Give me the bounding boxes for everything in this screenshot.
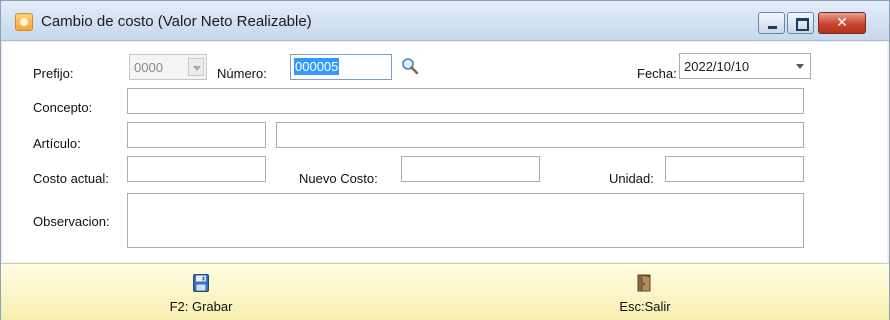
costo-actual-input[interactable] bbox=[127, 156, 266, 182]
fecha-value: 2022/10/10 bbox=[684, 59, 750, 74]
close-button[interactable]: ✕ bbox=[818, 12, 866, 34]
numero-label: Número: bbox=[217, 66, 267, 81]
prefijo-value: 0000 bbox=[134, 60, 163, 75]
prefijo-select: 0000 bbox=[129, 54, 207, 80]
unidad-input[interactable] bbox=[665, 156, 804, 182]
app-icon bbox=[15, 13, 33, 31]
chevron-down-icon[interactable] bbox=[792, 57, 808, 75]
nuevo-costo-input[interactable] bbox=[401, 156, 540, 182]
fecha-picker[interactable]: 2022/10/10 bbox=[679, 53, 811, 79]
maximize-button[interactable] bbox=[787, 12, 814, 34]
close-icon: ✕ bbox=[836, 14, 848, 30]
articulo-code-input[interactable] bbox=[127, 122, 266, 148]
articulo-description-input[interactable] bbox=[276, 122, 804, 148]
chevron-down-icon bbox=[188, 58, 204, 76]
save-label: F2: Grabar bbox=[169, 299, 233, 314]
costo-actual-label: Costo actual: bbox=[33, 171, 109, 186]
floppy-disk-icon bbox=[193, 274, 209, 292]
observacion-textarea[interactable] bbox=[127, 193, 804, 248]
cambio-costo-window: Cambio de costo (Valor Neto Realizable) … bbox=[0, 0, 890, 320]
minimize-button[interactable] bbox=[758, 12, 785, 34]
concepto-label: Concepto: bbox=[33, 100, 93, 115]
window-title: Cambio de costo (Valor Neto Realizable) bbox=[41, 13, 312, 30]
exit-button[interactable]: Esc:Salir bbox=[595, 264, 695, 320]
concepto-input[interactable] bbox=[127, 88, 804, 114]
numero-input[interactable]: 000005 bbox=[290, 54, 392, 80]
unidad-label: Unidad: bbox=[609, 171, 654, 186]
fecha-label: Fecha: bbox=[637, 66, 677, 81]
form-panel: Prefijo: 0000 Número: 000005 Fecha: 2022… bbox=[3, 42, 887, 262]
title-bar[interactable]: Cambio de costo (Valor Neto Realizable) … bbox=[1, 1, 889, 41]
observacion-label: Observacion: bbox=[33, 214, 110, 229]
save-button[interactable]: F2: Grabar bbox=[151, 264, 251, 320]
search-icon[interactable] bbox=[401, 57, 419, 75]
nuevo-costo-label: Nuevo Costo: bbox=[299, 171, 378, 186]
exit-label: Esc:Salir bbox=[619, 299, 671, 314]
bottom-toolbar: F2: Grabar Esc:Salir bbox=[1, 263, 889, 320]
articulo-label: Artículo: bbox=[33, 136, 81, 151]
numero-value: 000005 bbox=[294, 58, 340, 75]
prefijo-label: Prefijo: bbox=[33, 66, 74, 81]
door-exit-icon bbox=[637, 274, 651, 292]
